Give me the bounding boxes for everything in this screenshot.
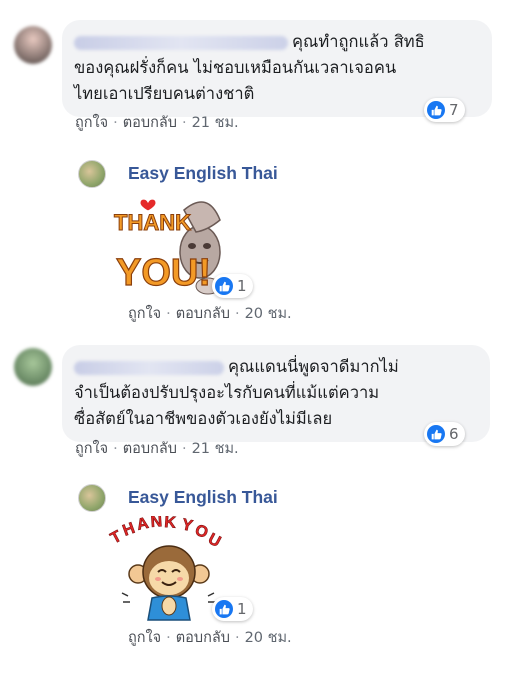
thank-you-sticker: THANK YOU! <box>108 190 228 300</box>
thumbs-up-icon <box>427 101 445 119</box>
like-link[interactable]: ถูกใจ <box>75 441 108 457</box>
reply-link[interactable]: ตอบกลับ <box>123 441 177 457</box>
separator-dot: · <box>181 115 187 131</box>
like-link[interactable]: ถูกใจ <box>128 630 161 646</box>
reaction-count[interactable]: 1 <box>212 274 253 298</box>
like-link[interactable]: ถูกใจ <box>128 306 161 322</box>
comment-text-line: ของคุณฝรั่งก็คน ไม่ชอบเหมือนกันเวลาเจอคน <box>74 58 397 77</box>
thumbs-up-icon <box>215 277 233 295</box>
reaction-count-value: 6 <box>449 425 459 443</box>
comment-text-line: ไทยเอาเปรียบคนต่างชาติ <box>74 84 255 103</box>
reply-link[interactable]: ตอบกลับ <box>123 115 177 131</box>
separator-dot: · <box>234 630 240 646</box>
like-link[interactable]: ถูกใจ <box>75 115 108 131</box>
timestamp[interactable]: 20 ชม. <box>245 630 292 646</box>
sticker-letter: Y <box>180 516 194 535</box>
comment-actions: ถูกใจ · ตอบกลับ · 20 ชม. <box>128 302 292 325</box>
sticker-letter: U <box>205 531 223 551</box>
sticker-text-thank: THANK <box>114 210 191 235</box>
page-name[interactable]: Easy English Thai <box>128 163 278 184</box>
timestamp[interactable]: 20 ชม. <box>245 306 292 322</box>
thumbs-up-icon <box>427 425 445 443</box>
page-avatar[interactable] <box>78 484 106 512</box>
comment-actions: ถูกใจ · ตอบกลับ · 21 ชม. <box>75 111 239 134</box>
reaction-count[interactable]: 6 <box>424 422 465 446</box>
commenter-name[interactable] <box>74 35 288 50</box>
timestamp[interactable]: 21 ชม. <box>192 115 239 131</box>
sticker-text-you: YOU! <box>116 252 211 294</box>
timestamp[interactable]: 21 ชม. <box>192 441 239 457</box>
comment-text-line: ซื่อสัตย์ในอาชีพของตัวเองยังไม่มีเลย <box>74 409 333 428</box>
reply-link[interactable]: ตอบกลับ <box>176 306 230 322</box>
page-name[interactable]: Easy English Thai <box>128 487 278 508</box>
reaction-count-value: 1 <box>237 600 247 618</box>
sticker-letter: A <box>135 516 150 534</box>
comment-text-line: จำเป็นต้องปรับปรุงอะไรกับคนที่แม้แต่ความ <box>74 383 380 402</box>
separator-dot: · <box>166 306 171 322</box>
separator-dot: · <box>113 115 118 131</box>
reply-link[interactable]: ตอบกลับ <box>176 630 230 646</box>
comment-text-line: คุณทำถูกแล้ว สิทธิ <box>292 32 425 51</box>
separator-dot: · <box>113 441 118 457</box>
separator-dot: · <box>181 441 187 457</box>
reaction-count-value: 1 <box>237 277 247 295</box>
comment-actions: ถูกใจ · ตอบกลับ · 21 ชม. <box>75 437 239 460</box>
sticker-letter: H <box>121 520 138 540</box>
reaction-count[interactable]: 7 <box>424 98 465 122</box>
reaction-count[interactable]: 1 <box>212 597 253 621</box>
separator-dot: · <box>234 306 240 322</box>
separator-dot: · <box>166 630 171 646</box>
comment-actions: ถูกใจ · ตอบกลับ · 20 ชม. <box>128 626 292 649</box>
sticker-letter: N <box>150 516 163 531</box>
sticker-letter: K <box>164 516 177 532</box>
commenter-name[interactable] <box>74 360 224 375</box>
page-avatar[interactable] <box>78 160 106 188</box>
commenter-avatar[interactable] <box>14 26 52 64</box>
reaction-count-value: 7 <box>449 101 459 119</box>
thumbs-up-icon <box>215 600 233 618</box>
commenter-avatar[interactable] <box>14 348 52 386</box>
comment-text-line: คุณแดนนี่พูดจาดีมากไม่ <box>228 357 399 376</box>
